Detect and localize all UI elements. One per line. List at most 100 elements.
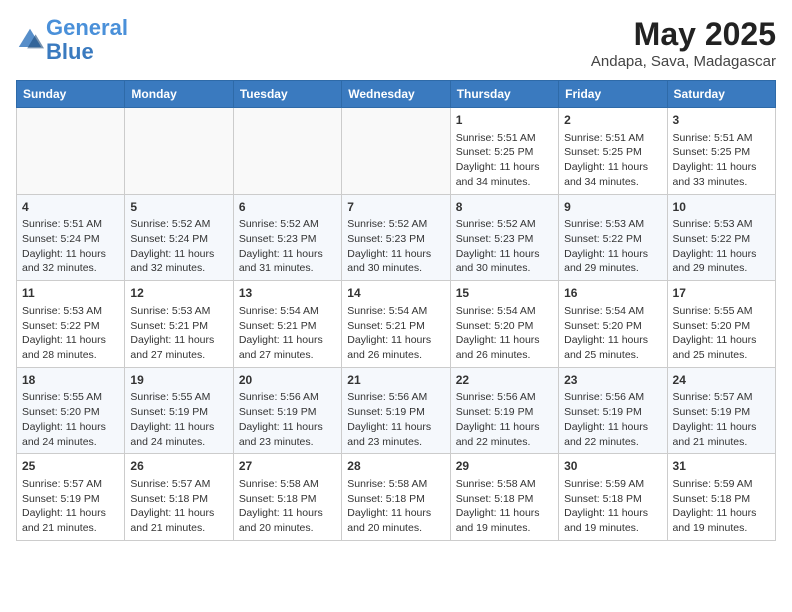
- calendar-cell: 8Sunrise: 5:52 AM Sunset: 5:23 PM Daylig…: [450, 194, 558, 281]
- day-number: 25: [22, 458, 119, 475]
- day-number: 5: [130, 199, 227, 216]
- day-info: Sunrise: 5:55 AM Sunset: 5:19 PM Dayligh…: [130, 390, 227, 449]
- day-info: Sunrise: 5:56 AM Sunset: 5:19 PM Dayligh…: [564, 390, 661, 449]
- calendar-cell: 14 Sunrise: 5:54 AM Sunset: 5:21 PM Dayli…: [342, 281, 450, 368]
- day-info: Sunrise: 5:53 AM Sunset: 5:22 PM Dayligh…: [673, 217, 770, 276]
- day-number: 6: [239, 199, 336, 216]
- calendar-cell: 25 Sunrise: 5:57 AM Sunset: 5:19 PM Dayli…: [17, 454, 125, 541]
- calendar-cell: 15 Sunrise: 5:54 AM Sunset: 5:20 PM Dayli…: [450, 281, 558, 368]
- calendar-cell: 19Sunrise: 5:55 AM Sunset: 5:19 PM Dayli…: [125, 367, 233, 454]
- calendar-cell: 23Sunrise: 5:56 AM Sunset: 5:19 PM Dayli…: [559, 367, 667, 454]
- logo-icon: [16, 26, 44, 54]
- weekday-header-sunday: Sunday: [17, 81, 125, 108]
- day-number: 15: [456, 285, 553, 302]
- title-block: May 2025 Andapa, Sava, Madagascar: [591, 16, 776, 70]
- calendar-cell: 5Sunrise: 5:52 AM Sunset: 5:24 PM Daylig…: [125, 194, 233, 281]
- page-header: General Blue May 2025 Andapa, Sava, Mada…: [16, 16, 776, 70]
- day-info: Sunrise: 5:53 AM Sunset: 5:22 PM Dayligh…: [22, 304, 119, 363]
- calendar-week-3: 11 Sunrise: 5:53 AM Sunset: 5:22 PM Dayli…: [17, 281, 776, 368]
- day-number: 10: [673, 199, 770, 216]
- logo-general: General: [46, 15, 128, 40]
- day-number: 13: [239, 285, 336, 302]
- day-info: Sunrise: 5:57 AM Sunset: 5:19 PM Dayligh…: [22, 477, 119, 536]
- day-info: Sunrise: 5:52 AM Sunset: 5:23 PM Dayligh…: [347, 217, 444, 276]
- day-info: Sunrise: 5:54 AM Sunset: 5:21 PM Dayligh…: [347, 304, 444, 363]
- calendar-cell: 31 Sunrise: 5:59 AM Sunset: 5:18 PM Dayli…: [667, 454, 775, 541]
- calendar-cell: 7Sunrise: 5:52 AM Sunset: 5:23 PM Daylig…: [342, 194, 450, 281]
- calendar-week-4: 18Sunrise: 5:55 AM Sunset: 5:20 PM Dayli…: [17, 367, 776, 454]
- day-number: 22: [456, 372, 553, 389]
- day-info: Sunrise: 5:51 AM Sunset: 5:25 PM Dayligh…: [456, 131, 553, 190]
- header-row: SundayMondayTuesdayWednesdayThursdayFrid…: [17, 81, 776, 108]
- day-number: 11: [22, 285, 119, 302]
- calendar-cell: 29Sunrise: 5:58 AM Sunset: 5:18 PM Dayli…: [450, 454, 558, 541]
- day-number: 14: [347, 285, 444, 302]
- calendar-cell: 2Sunrise: 5:51 AM Sunset: 5:25 PM Daylig…: [559, 108, 667, 195]
- calendar-cell: [342, 108, 450, 195]
- month-title: May 2025: [591, 16, 776, 53]
- day-number: 19: [130, 372, 227, 389]
- calendar-cell: 20Sunrise: 5:56 AM Sunset: 5:19 PM Dayli…: [233, 367, 341, 454]
- day-number: 26: [130, 458, 227, 475]
- day-number: 31: [673, 458, 770, 475]
- calendar-cell: 26 Sunrise: 5:57 AM Sunset: 5:18 PM Dayli…: [125, 454, 233, 541]
- day-info: Sunrise: 5:52 AM Sunset: 5:23 PM Dayligh…: [456, 217, 553, 276]
- calendar-table: SundayMondayTuesdayWednesdayThursdayFrid…: [16, 80, 776, 541]
- calendar-cell: 21Sunrise: 5:56 AM Sunset: 5:19 PM Dayli…: [342, 367, 450, 454]
- day-number: 27: [239, 458, 336, 475]
- day-info: Sunrise: 5:57 AM Sunset: 5:19 PM Dayligh…: [673, 390, 770, 449]
- day-info: Sunrise: 5:52 AM Sunset: 5:23 PM Dayligh…: [239, 217, 336, 276]
- day-info: Sunrise: 5:54 AM Sunset: 5:21 PM Dayligh…: [239, 304, 336, 363]
- calendar-cell: 1 Sunrise: 5:51 AM Sunset: 5:25 PM Daylig…: [450, 108, 558, 195]
- day-number: 1: [456, 112, 553, 129]
- calendar-cell: 13 Sunrise: 5:54 AM Sunset: 5:21 PM Dayli…: [233, 281, 341, 368]
- day-info: Sunrise: 5:51 AM Sunset: 5:25 PM Dayligh…: [673, 131, 770, 190]
- calendar-cell: 27 Sunrise: 5:58 AM Sunset: 5:18 PM Dayli…: [233, 454, 341, 541]
- calendar-body: 1 Sunrise: 5:51 AM Sunset: 5:25 PM Daylig…: [17, 108, 776, 541]
- calendar-cell: 17 Sunrise: 5:55 AM Sunset: 5:20 PM Dayli…: [667, 281, 775, 368]
- day-number: 20: [239, 372, 336, 389]
- weekday-header-monday: Monday: [125, 81, 233, 108]
- day-info: Sunrise: 5:53 AM Sunset: 5:22 PM Dayligh…: [564, 217, 661, 276]
- day-number: 18: [22, 372, 119, 389]
- calendar-cell: 4Sunrise: 5:51 AM Sunset: 5:24 PM Daylig…: [17, 194, 125, 281]
- calendar-cell: 3 Sunrise: 5:51 AM Sunset: 5:25 PM Daylig…: [667, 108, 775, 195]
- calendar-cell: 18Sunrise: 5:55 AM Sunset: 5:20 PM Dayli…: [17, 367, 125, 454]
- day-info: Sunrise: 5:59 AM Sunset: 5:18 PM Dayligh…: [673, 477, 770, 536]
- day-number: 17: [673, 285, 770, 302]
- day-info: Sunrise: 5:58 AM Sunset: 5:18 PM Dayligh…: [239, 477, 336, 536]
- calendar-cell: 6Sunrise: 5:52 AM Sunset: 5:23 PM Daylig…: [233, 194, 341, 281]
- day-number: 28: [347, 458, 444, 475]
- calendar-cell: 16Sunrise: 5:54 AM Sunset: 5:20 PM Dayli…: [559, 281, 667, 368]
- calendar-header: SundayMondayTuesdayWednesdayThursdayFrid…: [17, 81, 776, 108]
- calendar-cell: 24Sunrise: 5:57 AM Sunset: 5:19 PM Dayli…: [667, 367, 775, 454]
- logo-blue: Blue: [46, 39, 94, 64]
- calendar-cell: 10Sunrise: 5:53 AM Sunset: 5:22 PM Dayli…: [667, 194, 775, 281]
- day-info: Sunrise: 5:51 AM Sunset: 5:24 PM Dayligh…: [22, 217, 119, 276]
- day-number: 2: [564, 112, 661, 129]
- day-info: Sunrise: 5:54 AM Sunset: 5:20 PM Dayligh…: [564, 304, 661, 363]
- day-number: 4: [22, 199, 119, 216]
- day-number: 12: [130, 285, 227, 302]
- day-number: 23: [564, 372, 661, 389]
- day-info: Sunrise: 5:58 AM Sunset: 5:18 PM Dayligh…: [456, 477, 553, 536]
- weekday-header-tuesday: Tuesday: [233, 81, 341, 108]
- calendar-cell: 9Sunrise: 5:53 AM Sunset: 5:22 PM Daylig…: [559, 194, 667, 281]
- day-info: Sunrise: 5:54 AM Sunset: 5:20 PM Dayligh…: [456, 304, 553, 363]
- day-info: Sunrise: 5:56 AM Sunset: 5:19 PM Dayligh…: [456, 390, 553, 449]
- day-info: Sunrise: 5:56 AM Sunset: 5:19 PM Dayligh…: [347, 390, 444, 449]
- day-number: 30: [564, 458, 661, 475]
- calendar-cell: 28Sunrise: 5:58 AM Sunset: 5:18 PM Dayli…: [342, 454, 450, 541]
- calendar-cell: 12 Sunrise: 5:53 AM Sunset: 5:21 PM Dayli…: [125, 281, 233, 368]
- day-info: Sunrise: 5:53 AM Sunset: 5:21 PM Dayligh…: [130, 304, 227, 363]
- calendar-week-2: 4Sunrise: 5:51 AM Sunset: 5:24 PM Daylig…: [17, 194, 776, 281]
- calendar-cell: 30Sunrise: 5:59 AM Sunset: 5:18 PM Dayli…: [559, 454, 667, 541]
- day-info: Sunrise: 5:52 AM Sunset: 5:24 PM Dayligh…: [130, 217, 227, 276]
- logo: General Blue: [16, 16, 128, 64]
- day-info: Sunrise: 5:55 AM Sunset: 5:20 PM Dayligh…: [673, 304, 770, 363]
- weekday-header-thursday: Thursday: [450, 81, 558, 108]
- location: Andapa, Sava, Madagascar: [591, 53, 776, 70]
- day-number: 3: [673, 112, 770, 129]
- calendar-cell: [125, 108, 233, 195]
- day-info: Sunrise: 5:57 AM Sunset: 5:18 PM Dayligh…: [130, 477, 227, 536]
